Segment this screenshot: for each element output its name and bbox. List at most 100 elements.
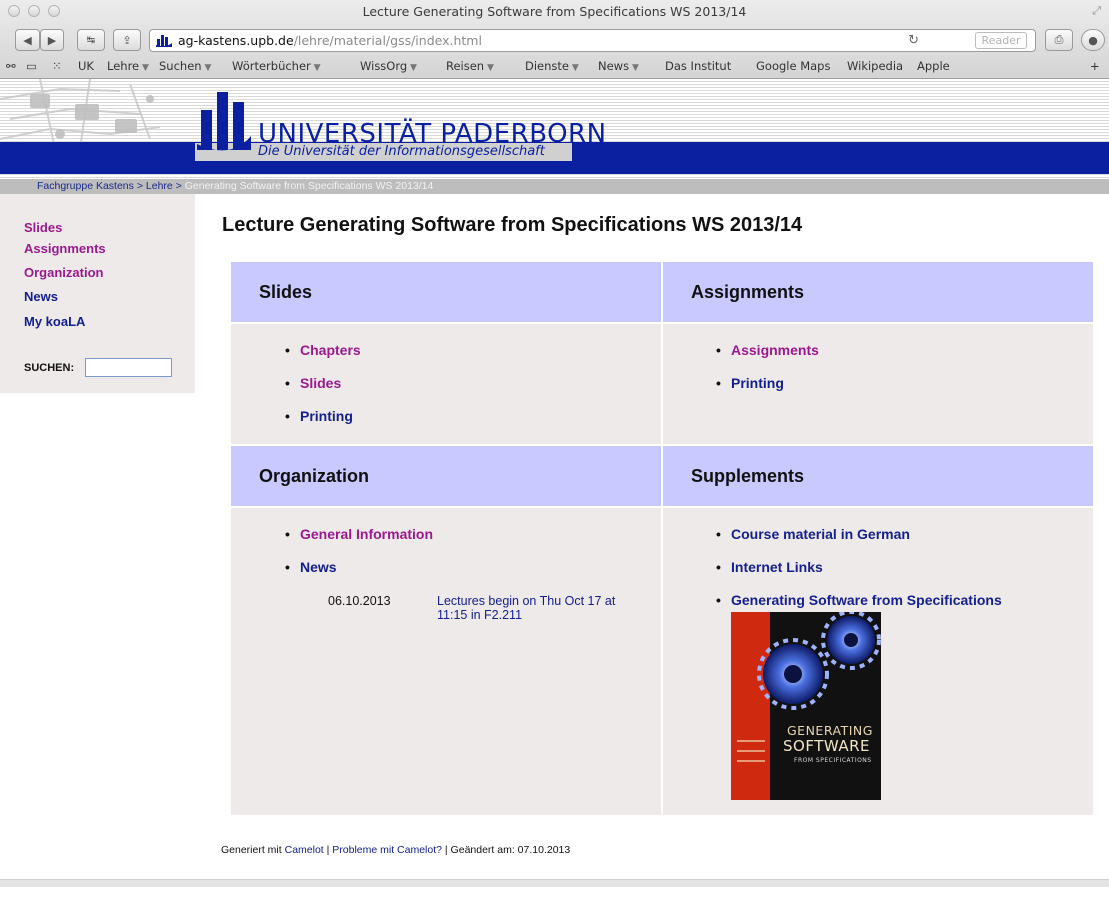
footer-modified: | Geändert am: 07.10.2013 xyxy=(442,844,571,856)
link-course-material-german[interactable]: Course material in German xyxy=(731,526,910,542)
news-text[interactable]: Lectures begin on Thu Oct 17 at 11:15 in… xyxy=(437,594,647,622)
bookmark-das-institut[interactable]: Das Institut xyxy=(665,59,731,73)
top-sites-grid-icon[interactable]: ⁙ xyxy=(52,59,62,73)
link-slides-printing[interactable]: Printing xyxy=(300,408,353,424)
bookmark-reisen[interactable]: Reisen ▼ xyxy=(446,59,494,73)
sidebar: Slides Assignments Organization News My … xyxy=(0,194,195,393)
sidebar-item-assignments[interactable]: Assignments xyxy=(24,241,106,256)
download-icon: ● xyxy=(1088,33,1098,47)
grid-divider xyxy=(231,444,1093,446)
footer-problems-link[interactable]: Probleme mit Camelot? xyxy=(332,844,442,856)
chevron-down-icon: ▼ xyxy=(629,63,639,73)
bookmarks-book-icon[interactable]: ▭ xyxy=(26,59,37,73)
bookmark-label: Google Maps xyxy=(756,59,831,73)
bookmark-label: Lehre xyxy=(107,59,140,73)
bookmark-label: Apple xyxy=(917,59,950,73)
book-cover-image[interactable]: GENERATING SOFTWARE FROM SPECIFICATIONS xyxy=(731,612,881,800)
reader-button[interactable]: Reader xyxy=(975,32,1027,49)
bookmark-lehre[interactable]: Lehre ▼ xyxy=(107,59,149,73)
forward-button[interactable]: ▶ xyxy=(40,29,64,51)
add-tab-icon[interactable]: + xyxy=(1090,59,1100,73)
bookmarks-bar: ⚯ ▭ ⁙ UK Lehre ▼ Suchen ▼ Wörterbücher ▼ Wis… xyxy=(0,56,1109,78)
link-assignments-printing[interactable]: Printing xyxy=(731,375,784,391)
print-button[interactable]: ⎙ xyxy=(1045,29,1073,51)
book-title-line3: FROM SPECIFICATIONS xyxy=(794,757,872,764)
chevron-down-icon: ▼ xyxy=(139,63,149,73)
bottom-rule xyxy=(0,879,1109,887)
list-item: Slides xyxy=(285,375,361,408)
list-item: Assignments xyxy=(716,342,819,375)
bookmark-label: Dienste xyxy=(525,59,569,73)
breadcrumb-current: Generating Software from Specifications … xyxy=(184,180,434,192)
footer-prefix: Generiert mit xyxy=(221,844,285,856)
reload-icon[interactable]: ↻ xyxy=(908,30,919,51)
bookmark-label: Wikipedia xyxy=(847,59,904,73)
list-item: Chapters xyxy=(285,342,361,375)
browser-chrome: Lecture Generating Software from Specifi… xyxy=(0,0,1109,79)
address-bar[interactable]: ag-kastens.upb.de/lehre/material/gss/ind… xyxy=(149,29,1036,52)
link-internet-links[interactable]: Internet Links xyxy=(731,559,823,575)
supplements-link-list: Course material in German Internet Links… xyxy=(716,526,1002,625)
bookmark-label: Suchen xyxy=(159,59,202,73)
browser-toolbar: ◀ ▶ ↹ ⇪ ag-kastens.upb.de/lehre/material… xyxy=(0,22,1109,56)
link-news[interactable]: News xyxy=(300,559,337,575)
bookmark-uk[interactable]: UK xyxy=(78,59,94,73)
bookmark-wörterbücher[interactable]: Wörterbücher ▼ xyxy=(232,59,321,73)
book-author-line xyxy=(737,760,765,762)
page-footer: Generiert mit Camelot | Probleme mit Cam… xyxy=(221,844,570,856)
back-button[interactable]: ◀ xyxy=(15,29,40,51)
university-banner: UNIVERSITÄT PADERBORN Die Universität de… xyxy=(0,79,1109,179)
list-item: General Information xyxy=(285,526,433,559)
grid-divider xyxy=(231,322,1093,324)
sidebar-item-news[interactable]: News xyxy=(24,289,58,304)
top-sites-button[interactable]: ↹ xyxy=(77,29,105,51)
reading-list-icon[interactable]: ⚯ xyxy=(6,59,16,73)
bookmark-label: Das Institut xyxy=(665,59,732,73)
bookmark-google-maps[interactable]: Google Maps xyxy=(756,59,830,73)
link-chapters[interactable]: Chapters xyxy=(300,342,361,358)
link-general-information[interactable]: General Information xyxy=(300,526,433,542)
section-heading-supplements: Supplements xyxy=(663,446,1093,506)
breadcrumb-lehre[interactable]: Lehre xyxy=(146,180,173,192)
assignments-link-list: Assignments Printing xyxy=(716,342,819,408)
sidebar-item-slides[interactable]: Slides xyxy=(24,220,62,235)
bookmark-wissorg[interactable]: WissOrg ▼ xyxy=(360,59,417,73)
share-button[interactable]: ⇪ xyxy=(113,29,141,51)
list-item: Printing xyxy=(716,375,819,408)
footer-camelot-link[interactable]: Camelot xyxy=(285,844,324,856)
window-titlebar: Lecture Generating Software from Specifi… xyxy=(0,0,1109,22)
chevron-down-icon: ▼ xyxy=(310,63,321,73)
bookmark-dienste[interactable]: Dienste ▼ xyxy=(525,59,579,73)
print-icon: ⎙ xyxy=(1054,33,1064,46)
grid-divider xyxy=(231,506,1093,508)
breadcrumb-fachgruppe[interactable]: Fachgruppe Kastens xyxy=(37,180,134,192)
bookmark-suchen[interactable]: Suchen ▼ xyxy=(159,59,211,73)
section-heading-organization: Organization xyxy=(231,446,661,506)
breadcrumb-separator: > xyxy=(136,180,143,192)
list-item: Course material in German xyxy=(716,526,1002,559)
section-heading-assignments: Assignments xyxy=(663,262,1093,322)
footer-separator: | xyxy=(323,844,333,856)
sidebar-item-organization[interactable]: Organization xyxy=(24,265,103,280)
bookmark-apple[interactable]: Apple xyxy=(917,59,950,73)
bookmark-news[interactable]: News ▼ xyxy=(598,59,639,73)
sidebar-item-my-koala[interactable]: My koaLA xyxy=(24,314,85,329)
fullscreen-icon[interactable]: ⤢ xyxy=(1092,5,1101,18)
book-title-line2: SOFTWARE xyxy=(783,737,871,755)
link-gss-book[interactable]: Generating Software from Specifications xyxy=(731,592,1002,608)
list-item: News xyxy=(285,559,433,592)
search-input[interactable] xyxy=(85,358,172,377)
section-heading-slides: Slides xyxy=(231,262,661,322)
share-icon: ⇪ xyxy=(122,33,132,47)
breadcrumb: Fachgruppe Kastens > Lehre > Generating … xyxy=(0,179,1109,194)
search-label: SUCHEN: xyxy=(24,362,75,374)
url-path: /lehre/material/gss/index.html xyxy=(293,33,482,48)
content-grid: Slides Assignments Organization Suppleme… xyxy=(231,262,1093,815)
university-tagline: Die Universität der Informationsgesellsc… xyxy=(258,144,545,159)
bookmark-wikipedia[interactable]: Wikipedia xyxy=(847,59,903,73)
link-assignments[interactable]: Assignments xyxy=(731,342,819,358)
download-button[interactable]: ● xyxy=(1081,29,1105,51)
link-slides[interactable]: Slides xyxy=(300,375,341,391)
news-date: 06.10.2013 xyxy=(328,594,391,608)
book-author-line xyxy=(737,750,765,752)
